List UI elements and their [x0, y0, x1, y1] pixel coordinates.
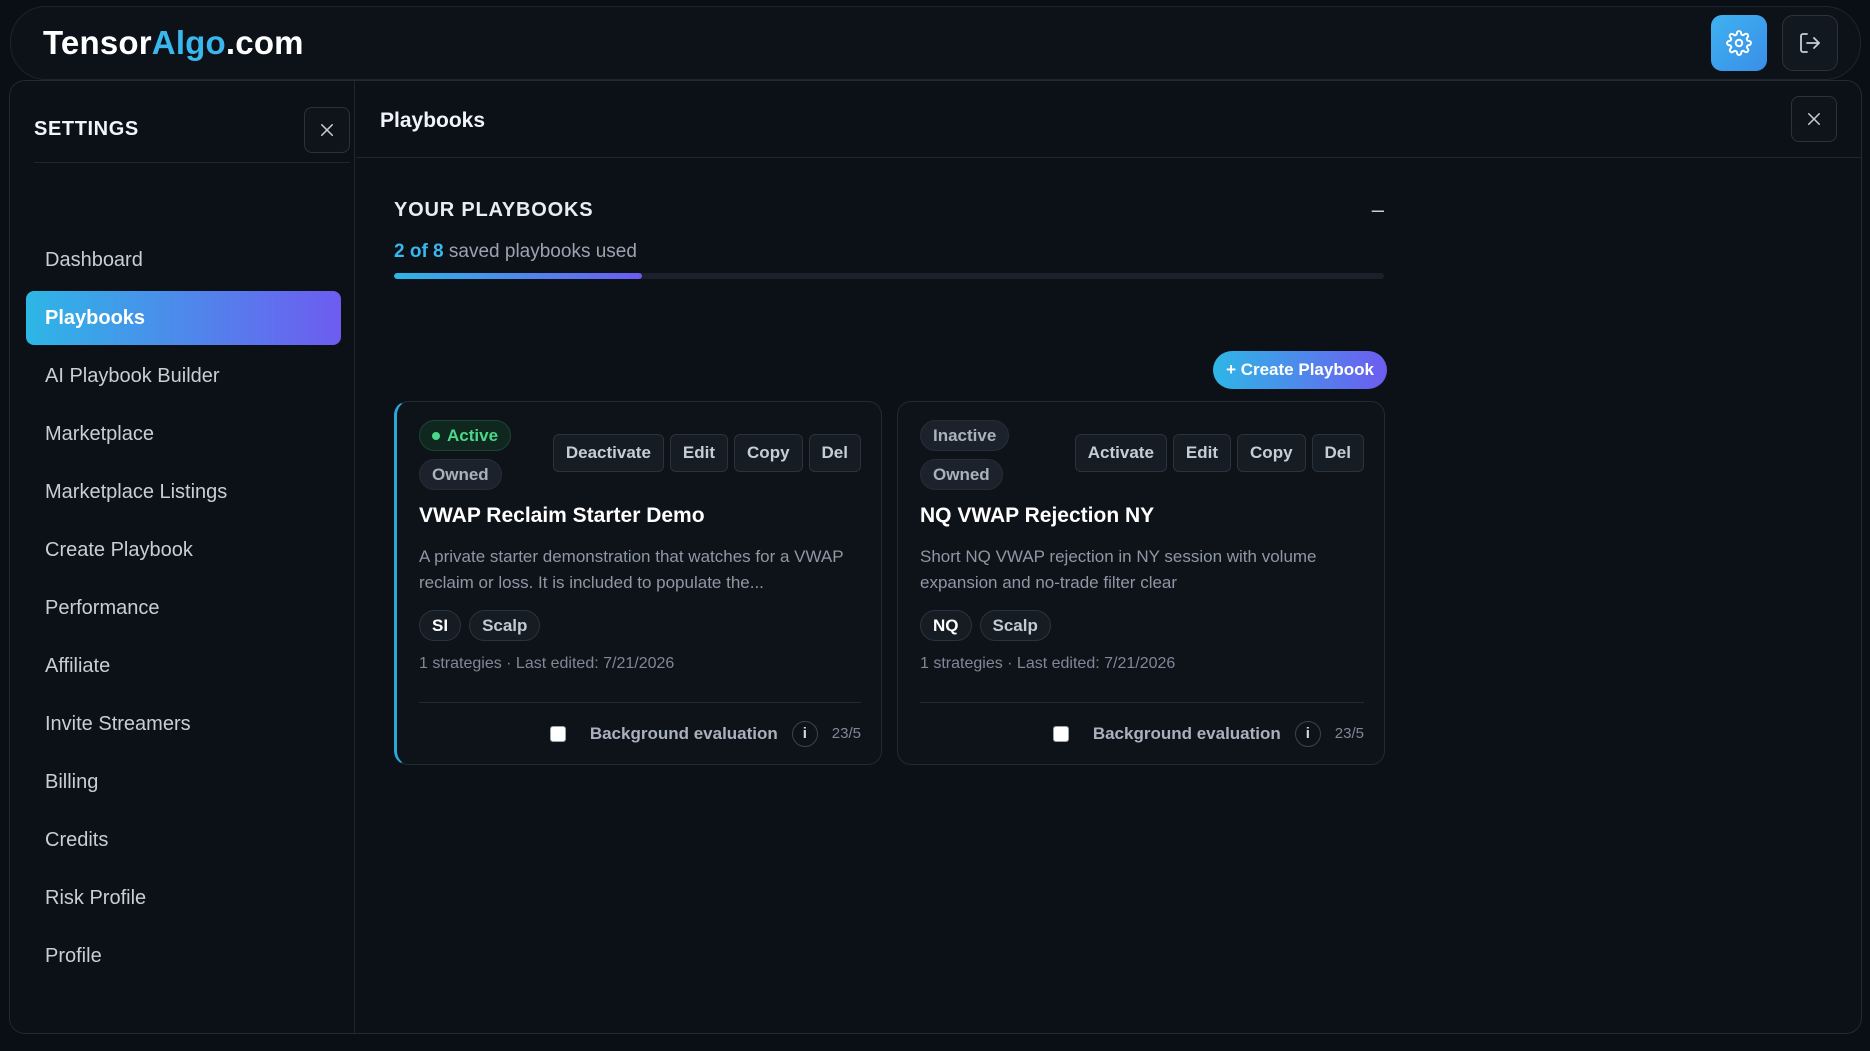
card-footer: Background evaluation i 23/5 [920, 702, 1364, 764]
style-tag: Scalp [469, 610, 541, 641]
usage-progress-fill [394, 273, 642, 279]
usage-text: 2 of 8 saved playbooks used [394, 241, 637, 262]
sidebar-header: SETTINGS [34, 103, 350, 163]
settings-sidebar: SETTINGS Dashboard Playbooks AI Playbook… [10, 81, 355, 1033]
deactivate-button[interactable]: Deactivate [552, 434, 664, 472]
section-title: YOUR PLAYBOOKS [394, 198, 594, 221]
create-playbook-button[interactable]: + Create Playbook [1213, 351, 1387, 389]
owned-badge: Owned [920, 459, 1003, 490]
evaluation-count: 23/5 [1334, 725, 1364, 742]
sidebar-item-playbooks[interactable]: Playbooks [26, 291, 341, 345]
playbooks-content: Playbooks YOUR PLAYBOOKS – 2 of 8 saved … [356, 81, 1861, 1033]
playbook-meta: 1 strategies · Last edited: 7/21/2026 [920, 655, 1176, 672]
settings-modal: SETTINGS Dashboard Playbooks AI Playbook… [9, 80, 1862, 1034]
sidebar-item-ai-playbook-builder[interactable]: AI Playbook Builder [26, 349, 341, 403]
sidebar-item-risk-profile[interactable]: Risk Profile [26, 871, 341, 925]
sidebar-item-performance[interactable]: Performance [26, 581, 341, 635]
playbook-description: Short NQ VWAP rejection in NY session wi… [920, 547, 1317, 592]
content-header: Playbooks [356, 81, 1861, 158]
active-dot-icon [432, 431, 440, 440]
sidebar-title: SETTINGS [34, 118, 139, 140]
evaluation-count: 23/5 [831, 725, 861, 742]
owned-badge: Owned [419, 459, 502, 490]
sidebar-item-create-playbook[interactable]: Create Playbook [26, 523, 341, 577]
logout-icon [1800, 33, 1820, 53]
your-playbooks-section: YOUR PLAYBOOKS – 2 of 8 saved playbooks … [394, 197, 1384, 279]
sidebar-item-dashboard[interactable]: Dashboard [26, 233, 341, 287]
sidebar-item-billing[interactable]: Billing [26, 755, 341, 809]
sidebar-item-marketplace[interactable]: Marketplace [26, 407, 341, 461]
style-tag: Scalp [979, 610, 1051, 641]
usage-progress-bar [394, 273, 1384, 279]
status-badge: Active [419, 420, 512, 451]
playbook-meta: 1 strategies · Last edited: 7/21/2026 [419, 655, 675, 672]
delete-button[interactable]: Del [808, 434, 861, 472]
gear-icon [1726, 30, 1752, 56]
close-icon [1808, 113, 1820, 125]
background-evaluation-label: Background evaluation [1092, 723, 1281, 743]
info-icon[interactable]: i [791, 720, 818, 747]
info-icon[interactable]: i [1294, 720, 1321, 747]
settings-button[interactable] [1711, 15, 1767, 71]
edit-button[interactable]: Edit [1172, 434, 1232, 472]
sidebar-item-affiliate[interactable]: Affiliate [26, 639, 341, 693]
top-header: TensorAlgo.com [10, 6, 1861, 80]
sidebar-item-credits[interactable]: Credits [26, 813, 341, 867]
card-footer: Background evaluation i 23/5 [419, 702, 861, 764]
logo[interactable]: TensorAlgo.com [33, 24, 304, 62]
background-evaluation-label: Background evaluation [589, 723, 778, 743]
sidebar-item-profile[interactable]: Profile [26, 929, 341, 983]
modal-close-button[interactable] [1791, 96, 1837, 142]
symbol-tag: SI [419, 610, 462, 641]
sidebar-nav: Dashboard Playbooks AI Playbook Builder … [26, 233, 341, 987]
delete-button[interactable]: Del [1311, 434, 1364, 472]
collapse-button[interactable]: – [1372, 197, 1384, 223]
edit-button[interactable]: Edit [669, 434, 729, 472]
logout-button[interactable] [1782, 15, 1838, 71]
activate-button[interactable]: Activate [1074, 434, 1167, 472]
close-icon [321, 123, 333, 136]
copy-button[interactable]: Copy [734, 434, 803, 472]
usage-count: 2 of 8 [394, 241, 444, 262]
page-title: Playbooks [380, 109, 486, 132]
sidebar-close-button[interactable] [304, 106, 350, 153]
playbook-card: Inactive Owned Activate Edit Copy Del NQ… [897, 401, 1385, 765]
playbook-card: Active Owned Deactivate Edit Copy Del VW… [394, 401, 882, 765]
playbook-description: A private starter demonstration that wat… [419, 547, 844, 592]
symbol-tag: NQ [920, 610, 972, 641]
background-evaluation-checkbox[interactable] [1052, 725, 1069, 742]
playbook-name: NQ VWAP Rejection NY [920, 504, 1155, 527]
sidebar-item-invite-streamers[interactable]: Invite Streamers [26, 697, 341, 751]
status-badge: Inactive [920, 420, 1010, 451]
header-actions [1711, 15, 1838, 71]
sidebar-item-marketplace-listings[interactable]: Marketplace Listings [26, 465, 341, 519]
background-evaluation-checkbox[interactable] [549, 725, 566, 742]
copy-button[interactable]: Copy [1237, 434, 1306, 472]
playbook-name: VWAP Reclaim Starter Demo [419, 504, 705, 527]
